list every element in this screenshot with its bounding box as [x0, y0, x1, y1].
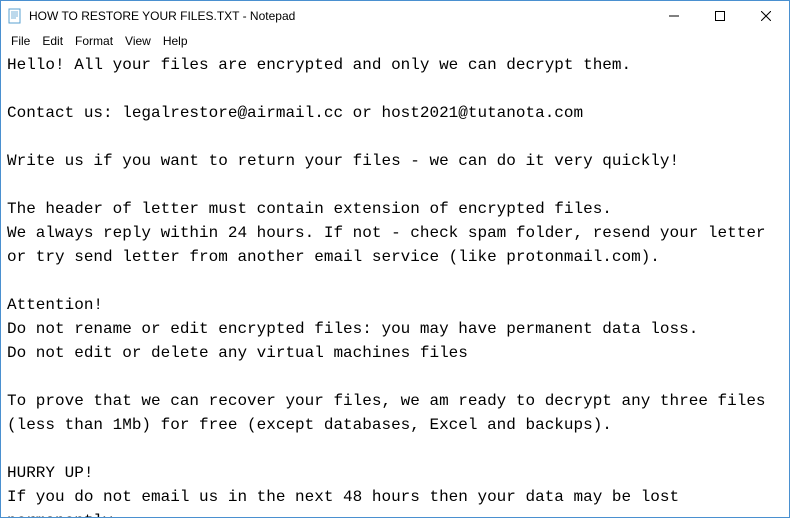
menu-edit[interactable]: Edit: [36, 32, 69, 50]
menu-view[interactable]: View: [119, 32, 157, 50]
menu-format[interactable]: Format: [69, 32, 119, 50]
close-button[interactable]: [743, 1, 789, 31]
menubar: File Edit Format View Help: [1, 31, 789, 51]
minimize-button[interactable]: [651, 1, 697, 31]
menu-file[interactable]: File: [5, 32, 36, 50]
notepad-icon: [7, 8, 23, 24]
notepad-window: HOW TO RESTORE YOUR FILES.TXT - Notepad …: [0, 0, 790, 518]
text-area[interactable]: Hello! All your files are encrypted and …: [1, 51, 789, 517]
window-title: HOW TO RESTORE YOUR FILES.TXT - Notepad: [29, 9, 651, 23]
menu-help[interactable]: Help: [157, 32, 194, 50]
maximize-button[interactable]: [697, 1, 743, 31]
window-controls: [651, 1, 789, 31]
titlebar[interactable]: HOW TO RESTORE YOUR FILES.TXT - Notepad: [1, 1, 789, 31]
